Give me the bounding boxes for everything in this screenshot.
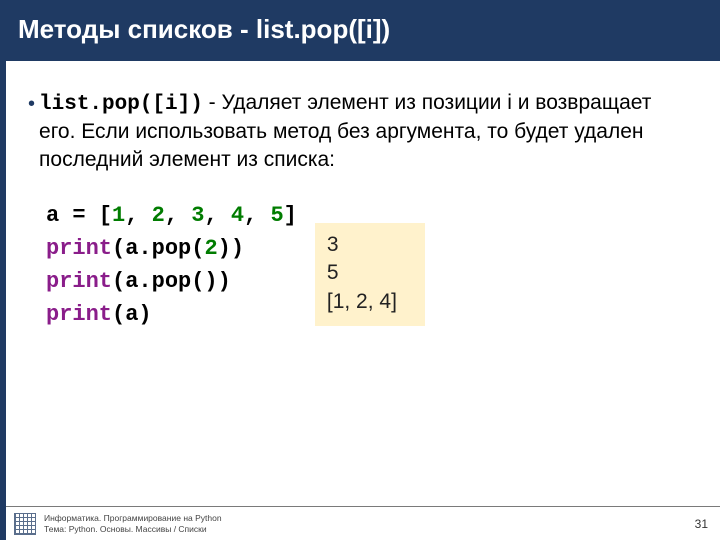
bullet-icon: •	[28, 91, 35, 117]
code-line-4: print(a)	[46, 298, 297, 331]
code-area: a = [1, 2, 3, 4, 5] print(a.pop(2)) prin…	[46, 199, 690, 331]
footer-line-1: Информатика. Программирование на Python	[44, 513, 695, 524]
page-number: 31	[695, 517, 708, 531]
code-line-1: a = [1, 2, 3, 4, 5]	[46, 199, 297, 232]
code-line-2: print(a.pop(2))	[46, 232, 297, 265]
footer-logo-icon	[14, 513, 36, 535]
output-line-2: 5	[327, 259, 409, 287]
output-line-3: [1, 2, 4]	[327, 288, 409, 316]
footer-line-2: Тема: Python. Основы. Массивы / Списки	[44, 524, 695, 535]
bullet-item: • list.pop([i]) - Удаляет элемент из поз…	[28, 89, 690, 173]
output-block: 3 5 [1, 2, 4]	[315, 223, 425, 326]
slide-title: Методы списков - list.pop([i])	[6, 0, 720, 61]
footer: Информатика. Программирование на Python …	[6, 506, 720, 540]
content-area: • list.pop([i]) - Удаляет элемент из поз…	[6, 61, 720, 331]
slide: Методы списков - list.pop([i]) • list.po…	[0, 0, 720, 540]
bullet-text: list.pop([i]) - Удаляет элемент из позиц…	[39, 89, 690, 173]
output-line-1: 3	[327, 231, 409, 259]
method-name: list.pop([i])	[39, 93, 203, 116]
code-block: a = [1, 2, 3, 4, 5] print(a.pop(2)) prin…	[46, 199, 297, 331]
footer-text: Информатика. Программирование на Python …	[44, 513, 695, 534]
code-line-3: print(a.pop())	[46, 265, 297, 298]
